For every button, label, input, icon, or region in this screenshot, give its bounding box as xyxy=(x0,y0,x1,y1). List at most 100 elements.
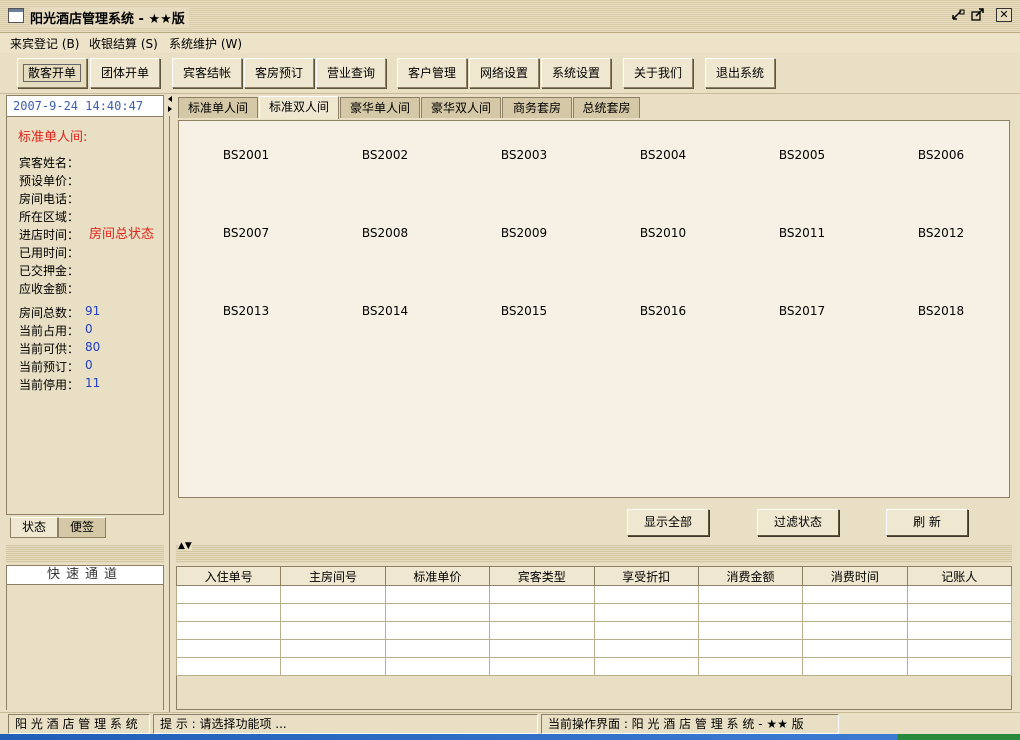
table-cell xyxy=(280,657,386,676)
panel-splitter[interactable] xyxy=(166,94,174,714)
col-discount[interactable]: 享受折扣 xyxy=(593,566,699,586)
table-row[interactable] xyxy=(175,639,1013,658)
room-cell[interactable]: BS2018 xyxy=(891,304,991,318)
table-cell xyxy=(906,621,1013,640)
col-guest-type[interactable]: 宾客类型 xyxy=(489,566,595,586)
close-icon[interactable]: ✕ xyxy=(996,8,1012,22)
menu-guest-register[interactable]: 来宾登记 (B) xyxy=(10,35,79,52)
table-cell xyxy=(697,621,804,640)
table-cell xyxy=(802,621,908,640)
field-deposit: 已交押金： xyxy=(19,264,80,278)
room-cell[interactable]: BS2007 xyxy=(196,226,296,240)
tab-deluxe-double[interactable]: 豪华双人间 xyxy=(421,97,501,118)
minimize-icon[interactable] xyxy=(950,8,966,22)
table-cell xyxy=(697,657,804,676)
tab-standard-double[interactable]: 标准双人间 xyxy=(259,96,339,119)
window-title: 阳光酒店管理系统 - ★★版 xyxy=(30,8,189,27)
table-cell xyxy=(593,657,699,676)
table-cell xyxy=(489,621,595,640)
table-cell xyxy=(175,621,282,640)
room-cell[interactable]: BS2003 xyxy=(474,148,574,162)
menu-bar: 来宾登记 (B) 收银结算 (S) 系统维护 (W) xyxy=(0,33,1020,53)
tab-deluxe-single[interactable]: 豪华单人间 xyxy=(340,97,420,118)
room-cell[interactable]: BS2010 xyxy=(613,226,713,240)
room-cell[interactable]: BS2013 xyxy=(196,304,296,318)
room-cell[interactable]: BS2011 xyxy=(752,226,852,240)
col-time[interactable]: 消费时间 xyxy=(802,566,908,586)
stat-total-label: 房间总数： xyxy=(19,306,80,320)
table-row[interactable] xyxy=(175,621,1013,640)
menu-system-maintenance[interactable]: 系统维护 (W) xyxy=(169,35,242,52)
room-cell[interactable]: BS2005 xyxy=(752,148,852,162)
about-us-button[interactable]: 关于我们 xyxy=(623,58,693,88)
tab-standard-single[interactable]: 标准单人间 xyxy=(178,97,258,118)
walkin-checkin-button[interactable]: 散客开单 xyxy=(17,58,87,88)
tab-business-suite[interactable]: 商务套房 xyxy=(502,97,572,118)
table-row[interactable] xyxy=(175,603,1013,622)
col-checkin-no[interactable]: 入住单号 xyxy=(175,566,282,586)
show-all-button[interactable]: 显示全部 xyxy=(627,509,709,536)
table-row[interactable] xyxy=(175,657,1013,676)
menu-cashier[interactable]: 收银结算 (S) xyxy=(89,35,158,52)
group-checkin-button[interactable]: 团体开单 xyxy=(90,58,160,88)
room-cell[interactable]: BS2008 xyxy=(335,226,435,240)
quick-channel-header[interactable]: 快速通道 xyxy=(6,565,164,585)
table-cell xyxy=(384,621,491,640)
table-cell xyxy=(906,585,1013,604)
room-cell[interactable]: BS2014 xyxy=(335,304,435,318)
stat-booked-value: 0 xyxy=(85,358,93,372)
left-panel-tabs: 状态 便签 xyxy=(6,517,164,539)
table-cell xyxy=(489,585,595,604)
room-cell[interactable]: BS2002 xyxy=(335,148,435,162)
col-standard-price[interactable]: 标准单价 xyxy=(384,566,491,586)
network-settings-button[interactable]: 网络设置 xyxy=(469,58,539,88)
stat-available-value: 80 xyxy=(85,340,101,354)
guest-checkout-button[interactable]: 宾客结帐 xyxy=(172,58,242,88)
room-cell[interactable]: BS2015 xyxy=(474,304,574,318)
table-row[interactable] xyxy=(175,585,1013,604)
stat-booked-label: 当前预订： xyxy=(19,360,80,374)
toolbar: 散客开单 团体开单 宾客结帐 客房预订 营业查询 客户管理 网络设置 系统设置 … xyxy=(0,55,1020,94)
taskbar-strip xyxy=(0,734,1020,740)
stat-occupied-value: 0 xyxy=(85,322,93,336)
room-cell[interactable]: BS2017 xyxy=(752,304,852,318)
table-cell xyxy=(489,639,595,658)
tab-notes[interactable]: 便签 xyxy=(58,517,106,538)
table-cell xyxy=(280,639,386,658)
table-cell xyxy=(593,603,699,622)
refresh-button[interactable]: 刷 新 xyxy=(886,509,968,536)
room-type-tabs: 标准单人间 标准双人间 豪华单人间 豪华双人间 商务套房 总统套房 xyxy=(178,96,1008,119)
table-cell xyxy=(802,585,908,604)
room-booking-button[interactable]: 客房预订 xyxy=(244,58,314,88)
room-cell[interactable]: BS2004 xyxy=(613,148,713,162)
table-cell xyxy=(280,585,386,604)
collapse-arrows-icon[interactable]: ▲▼ xyxy=(178,541,192,551)
room-cell[interactable]: BS2012 xyxy=(891,226,991,240)
filter-status-button[interactable]: 过滤状态 xyxy=(757,509,839,536)
room-cell[interactable]: BS2016 xyxy=(613,304,713,318)
customer-mgmt-button[interactable]: 客户管理 xyxy=(397,58,467,88)
consumption-log-table: 入住单号 主房间号 标准单价 宾客类型 享受折扣 消费金额 消费时间 记账人 xyxy=(175,566,1013,676)
table-cell xyxy=(906,639,1013,658)
business-query-button[interactable]: 营业查询 xyxy=(316,58,386,88)
tab-status[interactable]: 状态 xyxy=(10,517,58,538)
table-cell xyxy=(384,585,491,604)
table-cell xyxy=(802,603,908,622)
log-panel-bar xyxy=(176,545,1012,563)
room-cell[interactable]: BS2009 xyxy=(474,226,574,240)
system-settings-button[interactable]: 系统设置 xyxy=(541,58,611,88)
col-amount[interactable]: 消费金额 xyxy=(697,566,804,586)
status-current-view: 当前操作界面 : 阳 光 酒 店 管 理 系 统 - ★★ 版 xyxy=(541,714,839,734)
room-cell[interactable]: BS2001 xyxy=(196,148,296,162)
table-cell xyxy=(489,603,595,622)
col-main-room[interactable]: 主房间号 xyxy=(280,566,386,586)
exit-system-button[interactable]: 退出系统 xyxy=(705,58,775,88)
col-accountant[interactable]: 记账人 xyxy=(906,566,1013,586)
table-cell xyxy=(175,603,282,622)
restore-icon[interactable] xyxy=(970,8,986,22)
stat-disabled-label: 当前停用： xyxy=(19,378,80,392)
room-cell[interactable]: BS2006 xyxy=(891,148,991,162)
room-grid: BS2001 BS2002 BS2003 BS2004 BS2005 BS2006 BS20… xyxy=(178,120,1010,498)
tab-presidential-suite[interactable]: 总统套房 xyxy=(573,97,640,118)
stat-disabled-value: 11 xyxy=(85,376,101,390)
